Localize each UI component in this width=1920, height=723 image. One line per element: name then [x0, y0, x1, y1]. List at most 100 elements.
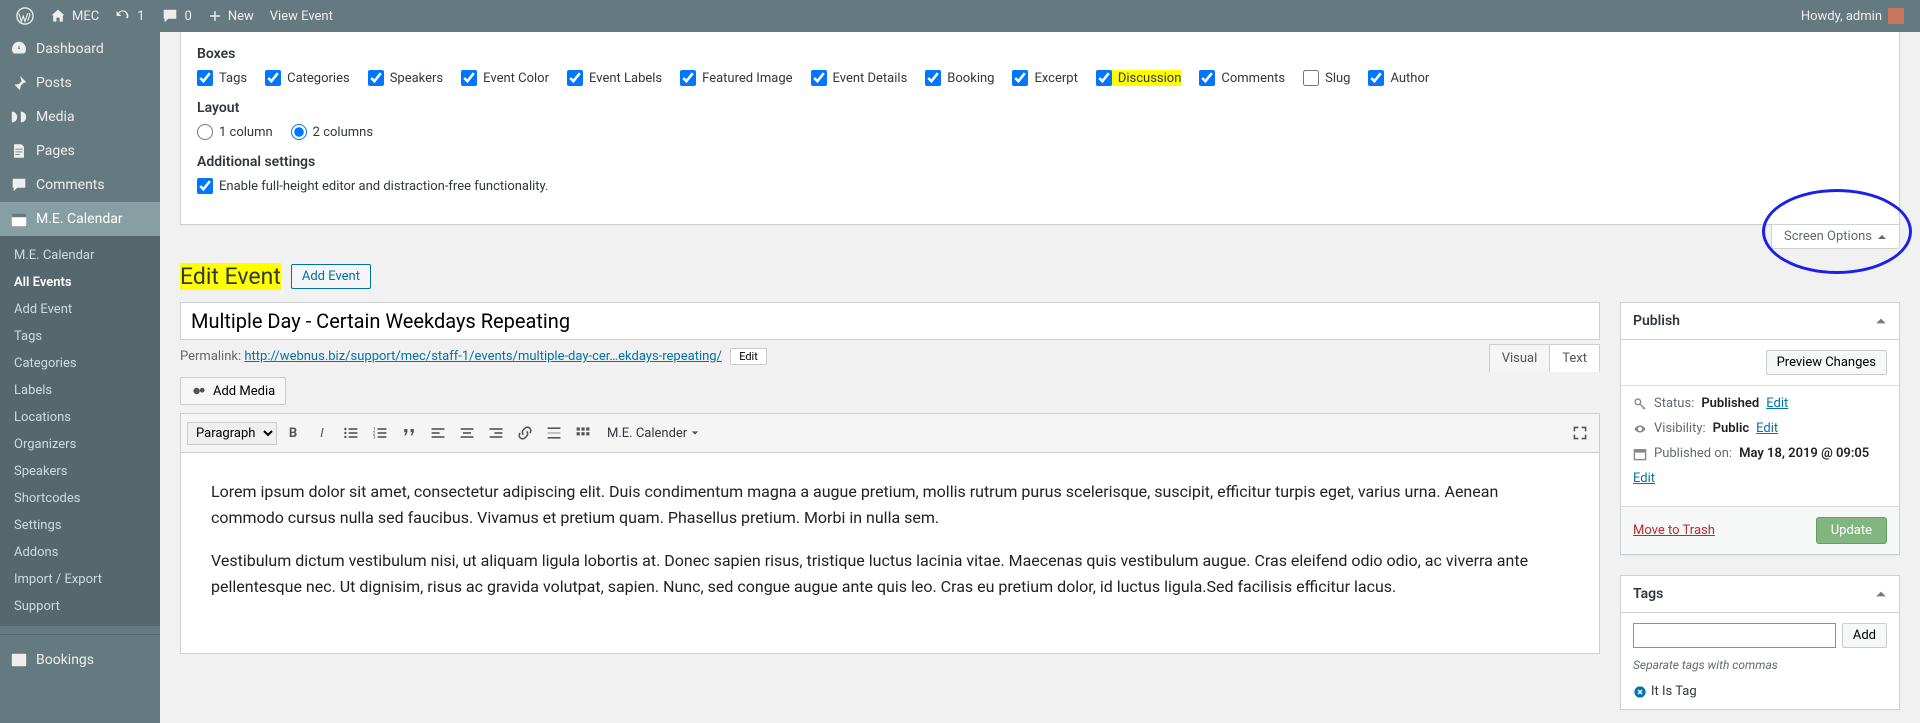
tag-item: It Is Tag: [1633, 684, 1887, 699]
editor-body[interactable]: Lorem ipsum dolor sit amet, consectetur …: [181, 453, 1599, 653]
sidebar-item-mec[interactable]: M.E. Calendar: [0, 202, 160, 236]
box-event-labels[interactable]: Event Labels: [567, 70, 662, 86]
fullheight-toggle[interactable]: Enable full-height editor and distractio…: [197, 178, 548, 194]
subitem-speakers[interactable]: Speakers: [0, 458, 160, 485]
editor-tabs: Visual Text: [1489, 344, 1600, 372]
update-button[interactable]: Update: [1816, 517, 1887, 544]
align-left-button[interactable]: [425, 420, 451, 446]
dashboard-icon: [10, 40, 28, 58]
toolbar-toggle-button[interactable]: [570, 420, 596, 446]
tab-visual[interactable]: Visual: [1490, 345, 1551, 372]
align-right-button[interactable]: [483, 420, 509, 446]
box-discussion[interactable]: Discussion: [1096, 70, 1182, 86]
additional-heading: Additional settings: [197, 154, 1883, 170]
media-icon: [10, 108, 28, 126]
updates-count: 1: [137, 9, 144, 24]
page-title: Edit Event: [180, 263, 281, 290]
box-categories[interactable]: Categories: [265, 70, 350, 86]
subitem-import-export[interactable]: Import / Export: [0, 566, 160, 593]
subitem-support[interactable]: Support: [0, 593, 160, 620]
format-select[interactable]: Paragraph: [187, 422, 277, 445]
sidebar-item-bookings[interactable]: Bookings: [0, 643, 160, 677]
tag-help-text: Separate tags with commas: [1633, 658, 1887, 672]
permalink: Permalink: http://webnus.biz/support/mec…: [180, 348, 1600, 365]
updates-icon: [115, 8, 131, 24]
comment-icon: [161, 7, 179, 25]
sidebar-item-pages[interactable]: Pages: [0, 134, 160, 168]
comment-icon: [10, 176, 28, 194]
subitem-shortcodes[interactable]: Shortcodes: [0, 485, 160, 512]
box-event-color[interactable]: Event Color: [461, 70, 549, 86]
sidebar-item-dashboard[interactable]: Dashboard: [0, 32, 160, 66]
edit-slug-button[interactable]: Edit: [730, 348, 767, 365]
comments-bubble[interactable]: 0: [153, 0, 200, 32]
howdy-user[interactable]: Howdy, admin: [1793, 0, 1912, 32]
box-event-details[interactable]: Event Details: [811, 70, 908, 86]
layout-row: 1 column 2 columns: [197, 124, 1883, 140]
ol-button[interactable]: 123: [367, 420, 393, 446]
collapse-icon[interactable]: [1875, 588, 1887, 600]
add-tag-button[interactable]: Add: [1842, 623, 1887, 648]
box-tags[interactable]: Tags: [197, 70, 247, 86]
tab-text[interactable]: Text: [1550, 345, 1599, 372]
sidebar-item-media[interactable]: Media: [0, 100, 160, 134]
screen-options-panel: Boxes Tags Categories Speakers Event Col…: [180, 32, 1900, 225]
sidebar-submenu-mec: M.E. Calendar All Events Add Event Tags …: [0, 236, 160, 626]
box-booking[interactable]: Booking: [925, 70, 994, 86]
align-center-button[interactable]: [454, 420, 480, 446]
link-button[interactable]: [512, 420, 538, 446]
edit-status-link[interactable]: Edit: [1766, 396, 1788, 411]
readmore-button[interactable]: [541, 420, 567, 446]
subitem-all-events[interactable]: All Events: [0, 269, 160, 296]
view-event[interactable]: View Event: [262, 0, 341, 32]
box-speakers[interactable]: Speakers: [368, 70, 443, 86]
subitem-labels[interactable]: Labels: [0, 377, 160, 404]
avatar: [1888, 8, 1904, 24]
box-slug[interactable]: Slug: [1303, 70, 1350, 86]
subitem-organizers[interactable]: Organizers: [0, 431, 160, 458]
layout-2col[interactable]: 2 columns: [291, 124, 373, 140]
quote-button[interactable]: [396, 420, 422, 446]
subitem-add-event[interactable]: Add Event: [0, 296, 160, 323]
layout-1col[interactable]: 1 column: [197, 124, 273, 140]
screen-options-tab[interactable]: Screen Options: [1771, 225, 1900, 249]
layout-heading: Layout: [197, 100, 1883, 116]
preview-changes-button[interactable]: Preview Changes: [1766, 350, 1887, 375]
subitem-mec-calendar[interactable]: M.E. Calendar: [0, 242, 160, 269]
bold-button[interactable]: B: [280, 420, 306, 446]
ul-button[interactable]: [338, 420, 364, 446]
camera-icon: [191, 383, 207, 399]
italic-button[interactable]: I: [309, 420, 335, 446]
add-media-button[interactable]: Add Media: [180, 377, 286, 405]
box-excerpt[interactable]: Excerpt: [1012, 70, 1077, 86]
fullscreen-button[interactable]: [1567, 420, 1593, 446]
collapse-icon[interactable]: [1875, 315, 1887, 327]
tag-input[interactable]: [1633, 623, 1836, 648]
wp-logo[interactable]: [8, 0, 42, 32]
edit-date-link[interactable]: Edit: [1633, 471, 1655, 486]
key-icon: [1633, 397, 1647, 411]
box-comments[interactable]: Comments: [1199, 70, 1285, 86]
subitem-tags[interactable]: Tags: [0, 323, 160, 350]
subitem-addons[interactable]: Addons: [0, 539, 160, 566]
edit-visibility-link[interactable]: Edit: [1756, 421, 1778, 436]
box-featured-image[interactable]: Featured Image: [680, 70, 792, 86]
mec-dropdown[interactable]: M.E. Calender: [599, 422, 707, 445]
sidebar-item-posts[interactable]: Posts: [0, 66, 160, 100]
box-author[interactable]: Author: [1368, 70, 1429, 86]
subitem-locations[interactable]: Locations: [0, 404, 160, 431]
svg-text:3: 3: [373, 435, 376, 441]
tags-heading: Tags: [1633, 586, 1663, 602]
move-to-trash-link[interactable]: Move to Trash: [1633, 523, 1715, 538]
sidebar-item-comments[interactable]: Comments: [0, 168, 160, 202]
remove-tag-icon[interactable]: [1633, 685, 1647, 699]
post-title-input[interactable]: [180, 302, 1600, 340]
add-event-button[interactable]: Add Event: [291, 264, 371, 289]
permalink-link[interactable]: http://webnus.biz/support/mec/staff-1/ev…: [244, 349, 722, 364]
subitem-categories[interactable]: Categories: [0, 350, 160, 377]
site-home[interactable]: MEC: [42, 0, 107, 32]
subitem-settings[interactable]: Settings: [0, 512, 160, 539]
publish-box: Publish Preview Changes Status: Publishe…: [1620, 302, 1900, 555]
new-content[interactable]: New: [200, 0, 262, 32]
updates[interactable]: 1: [107, 0, 152, 32]
